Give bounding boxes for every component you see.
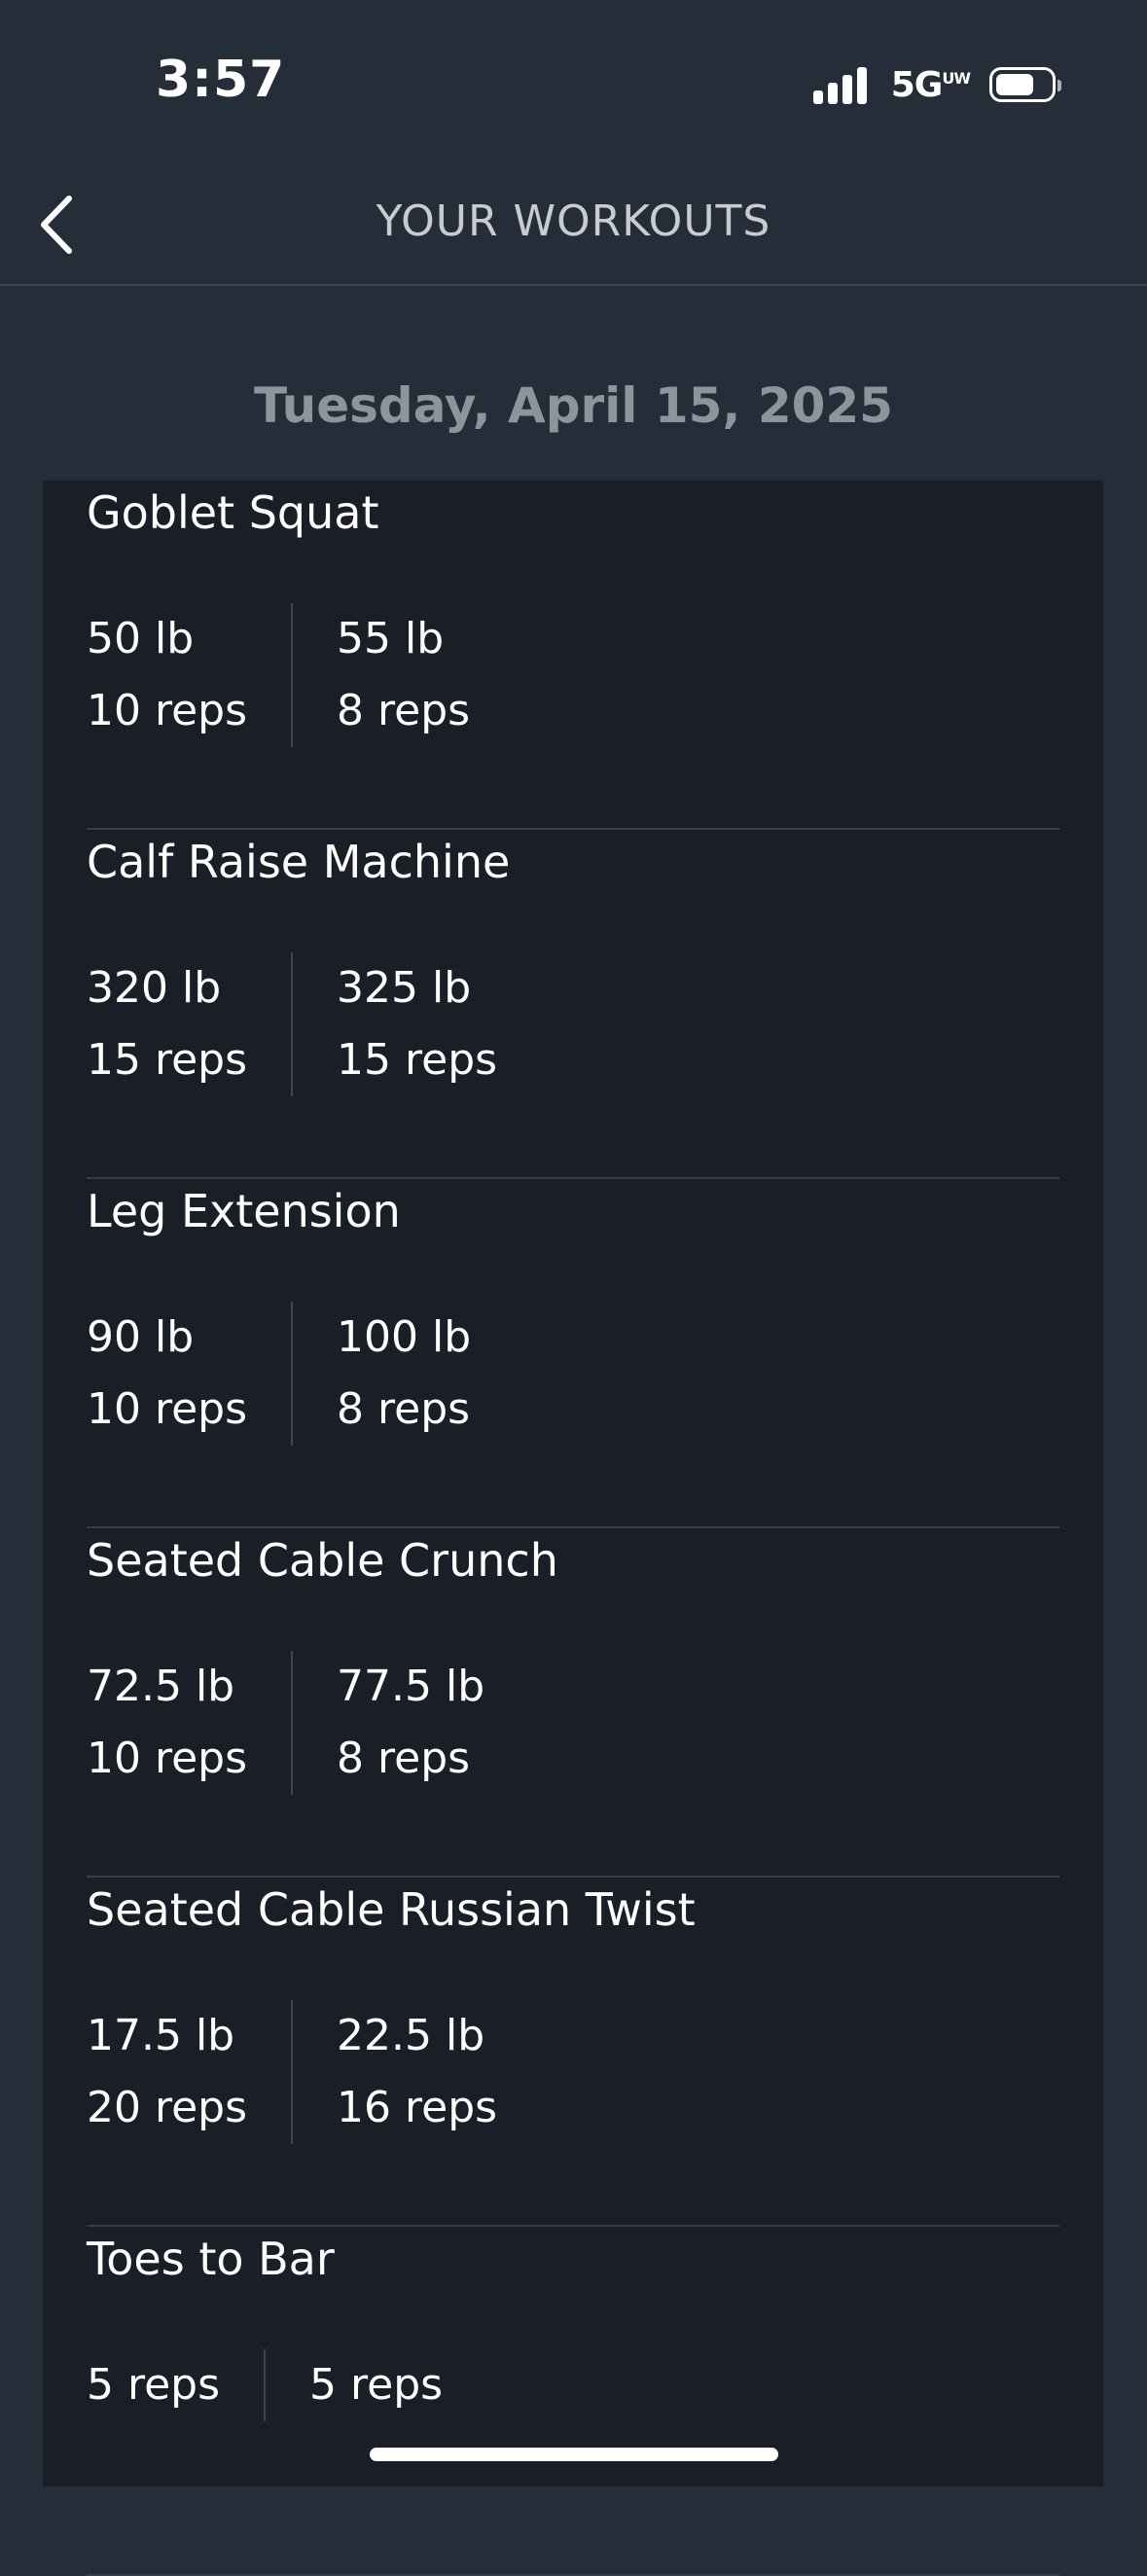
home-indicator[interactable] xyxy=(370,2448,778,2461)
exercise-name: Leg Extension xyxy=(87,1185,401,1237)
exercise-sets: 50 lb 10 reps 55 lb 8 reps xyxy=(87,603,514,747)
exercise-sets: 90 lb 10 reps 100 lb 8 reps xyxy=(87,1302,515,1446)
exercise-name: Calf Raise Machine xyxy=(87,836,511,888)
battery-fill xyxy=(996,74,1033,95)
exercise-item[interactable]: Toes to Bar 5 reps 5 reps xyxy=(87,2227,1059,2576)
status-bar: 3:57 5GUW xyxy=(0,0,1147,165)
exercise-item[interactable]: Leg Extension 90 lb 10 reps 100 lb 8 rep… xyxy=(87,1179,1059,1528)
exercise-sets: 17.5 lb 20 reps 22.5 lb 16 reps xyxy=(87,2000,541,2144)
workout-card: Goblet Squat 50 lb 10 reps 55 lb 8 reps … xyxy=(43,481,1103,2576)
signal-bars-icon xyxy=(812,65,872,104)
exercise-item[interactable]: Calf Raise Machine 320 lb 15 reps 325 lb… xyxy=(87,830,1059,1179)
set-weight: 77.5 lb xyxy=(337,1662,485,1711)
set-weight: 50 lb xyxy=(87,614,195,663)
set-entry: 320 lb 15 reps xyxy=(87,952,291,1096)
set-reps: 5 reps xyxy=(87,2360,221,2410)
set-entry: 77.5 lb 8 reps xyxy=(291,1651,528,1795)
set-reps: 16 reps xyxy=(337,2083,498,2132)
set-entry: 22.5 lb 16 reps xyxy=(291,2000,541,2144)
set-reps: 10 reps xyxy=(87,686,248,735)
set-entry: 100 lb 8 reps xyxy=(291,1302,515,1446)
set-weight: 22.5 lb xyxy=(337,2011,485,2060)
exercise-name: Seated Cable Crunch xyxy=(87,1534,558,1587)
exercise-name: Toes to Bar xyxy=(87,2233,335,2285)
set-weight: 17.5 lb xyxy=(87,2011,235,2060)
page-title: YOUR WORKOUTS xyxy=(376,197,771,246)
set-reps: 5 reps xyxy=(309,2360,444,2410)
set-weight: 90 lb xyxy=(87,1312,195,1362)
set-reps: 10 reps xyxy=(87,1384,248,1434)
set-reps: 15 reps xyxy=(87,1035,248,1085)
exercise-name: Goblet Squat xyxy=(87,486,379,539)
set-reps: 15 reps xyxy=(337,1035,498,1085)
exercise-sets: 72.5 lb 10 reps 77.5 lb 8 reps xyxy=(87,1651,528,1795)
set-weight: 55 lb xyxy=(337,614,445,663)
set-entry: 17.5 lb 20 reps xyxy=(87,2000,291,2144)
set-entry: 50 lb 10 reps xyxy=(87,603,291,747)
set-weight: 320 lb xyxy=(87,963,222,1013)
exercise-sets: 320 lb 15 reps 325 lb 15 reps xyxy=(87,952,541,1096)
workout-date: Tuesday, April 15, 2025 xyxy=(254,377,893,434)
battery-icon xyxy=(989,67,1061,102)
set-entry: 55 lb 8 reps xyxy=(291,603,514,747)
set-weight: 72.5 lb xyxy=(87,1662,235,1711)
set-weight: 100 lb xyxy=(337,1312,472,1362)
nav-header: YOUR WORKOUTS xyxy=(0,165,1147,286)
set-reps: 8 reps xyxy=(337,1384,471,1434)
set-weight: 325 lb xyxy=(337,963,472,1013)
set-reps: 20 reps xyxy=(87,2083,248,2132)
exercise-item[interactable]: Goblet Squat 50 lb 10 reps 55 lb 8 reps xyxy=(87,481,1059,830)
battery-nub xyxy=(1057,80,1061,91)
network-sup: UW xyxy=(942,68,971,88)
exercise-name: Seated Cable Russian Twist xyxy=(87,1883,696,1936)
set-entry: 5 reps xyxy=(87,2349,264,2421)
set-reps: 8 reps xyxy=(337,1734,471,1783)
set-entry: 5 reps xyxy=(264,2349,486,2421)
network-label: 5G xyxy=(890,64,944,105)
exercise-sets: 5 reps 5 reps xyxy=(87,2349,486,2421)
set-entry: 90 lb 10 reps xyxy=(87,1302,291,1446)
exercise-item[interactable]: Seated Cable Russian Twist 17.5 lb 20 re… xyxy=(87,1878,1059,2227)
status-time: 3:57 xyxy=(156,51,286,109)
set-reps: 10 reps xyxy=(87,1734,248,1783)
network-indicator: 5GUW xyxy=(890,64,971,105)
status-indicators: 5GUW xyxy=(812,60,1061,109)
set-reps: 8 reps xyxy=(337,686,471,735)
exercise-item[interactable]: Seated Cable Crunch 72.5 lb 10 reps 77.5… xyxy=(87,1528,1059,1878)
set-entry: 72.5 lb 10 reps xyxy=(87,1651,291,1795)
set-entry: 325 lb 15 reps xyxy=(291,952,541,1096)
